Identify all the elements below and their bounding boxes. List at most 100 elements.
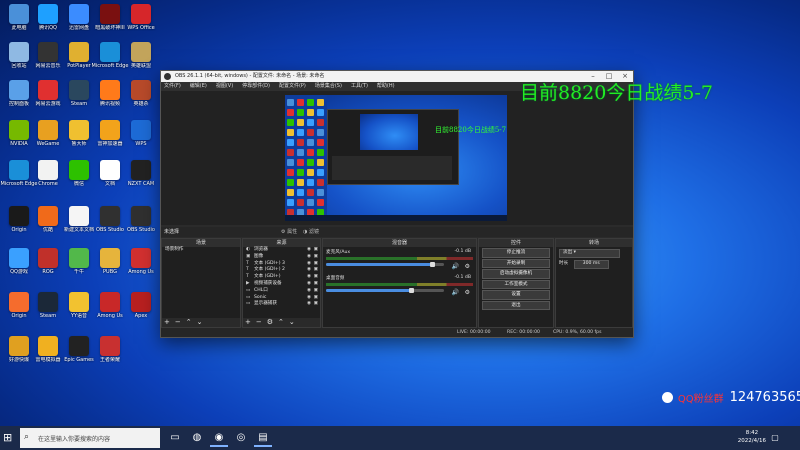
task-view-icon[interactable]: ▭ — [166, 429, 184, 447]
preview-canvas[interactable]: 目前8820今日战绩5-7 — [285, 95, 507, 221]
up-icon[interactable]: ⌃ — [278, 318, 284, 326]
eye-icon[interactable]: ◉ — [307, 295, 311, 302]
volume-slider[interactable] — [326, 262, 444, 267]
eye-icon[interactable]: ◉ — [307, 281, 311, 288]
menu-item[interactable]: 编辑(E) — [190, 83, 207, 89]
source-item[interactable]: ▶ 视频捕获设备 ◉ ▣ — [243, 281, 320, 288]
notification-icon[interactable]: ▢ — [766, 429, 784, 447]
lock-icon[interactable]: ▣ — [314, 274, 318, 281]
obs-window[interactable]: OBS 26.1.1 (64-bit, windows) - 配置文件: 未命名… — [160, 70, 634, 338]
eye-icon[interactable]: ◉ — [307, 288, 311, 295]
properties-button[interactable]: ⚙ 属性 — [281, 227, 297, 237]
down-icon[interactable]: ⌄ — [289, 318, 295, 326]
menu-item[interactable]: 停靠部件(D) — [242, 83, 270, 89]
volume-slider[interactable] — [326, 288, 444, 293]
eye-icon[interactable]: ◉ — [307, 267, 311, 274]
lock-icon[interactable]: ▣ — [314, 254, 318, 261]
control-button[interactable]: 设置 — [482, 290, 550, 300]
speaker-icon[interactable]: 🔊 — [452, 263, 459, 270]
control-button[interactable]: 停止推流 — [482, 248, 550, 258]
menu-item[interactable]: 场景集合(S) — [315, 83, 342, 89]
desktop-icon[interactable]: 英雄杀 — [122, 78, 160, 120]
scene-item[interactable]: 场景制作 — [162, 247, 240, 254]
control-button[interactable]: 工作室模式 — [482, 279, 550, 289]
source-item[interactable]: ▣ 图像 ◉ ▣ — [243, 254, 320, 261]
preview-desktop-icon — [287, 199, 294, 206]
desktop-icon[interactable]: NZXT CAM — [122, 158, 160, 200]
remove-icon[interactable]: − — [175, 318, 181, 326]
menu-item[interactable]: 工具(T) — [351, 83, 368, 89]
edge-taskbar-icon[interactable]: ◍ — [188, 429, 206, 447]
app-icon — [38, 120, 58, 140]
source-item[interactable]: ▭ CHL口 ◉ ▣ — [243, 288, 320, 295]
preview-desktop-icon — [287, 99, 294, 106]
eye-icon[interactable]: ◉ — [307, 247, 311, 254]
app-icon — [69, 292, 89, 312]
transition-select[interactable]: 淡出 ▾ — [559, 249, 620, 258]
add-icon[interactable]: + — [245, 318, 251, 326]
slider-knob[interactable] — [430, 262, 436, 267]
duration-input[interactable]: 300 ms — [573, 259, 609, 269]
menu-item[interactable]: 文件(F) — [164, 83, 181, 89]
source-label: 文本 (GDI+) — [254, 274, 281, 280]
control-button[interactable]: 启动虚拟摄像机 — [482, 269, 550, 279]
lock-icon[interactable]: ▣ — [314, 301, 318, 308]
remove-icon[interactable]: − — [256, 318, 262, 326]
speaker-icon[interactable]: 🔊 — [452, 289, 459, 296]
app-icon — [69, 42, 89, 62]
taskbar-clock[interactable]: 8:42 2022/4/16 — [738, 429, 766, 445]
source-type-icon: T — [246, 274, 249, 280]
lock-icon[interactable]: ▣ — [314, 281, 318, 288]
gear-icon[interactable]: ⚙ — [465, 289, 470, 296]
preview-desktop-icon — [307, 159, 314, 166]
channel-db: -0.1 dB — [454, 275, 472, 280]
lock-icon[interactable]: ▣ — [314, 267, 318, 274]
up-icon[interactable]: ⌃ — [186, 318, 192, 326]
preview-desktop-icon — [287, 159, 294, 166]
preview-desktop-icon — [287, 149, 294, 156]
gear-icon[interactable]: ⚙ — [267, 318, 273, 326]
source-item[interactable]: T 文本 (GDI+) ◉ ▣ — [243, 274, 320, 281]
menu-item[interactable]: 视图(V) — [216, 83, 233, 89]
preview-desktop-icon — [317, 109, 324, 116]
app-icon — [100, 336, 120, 356]
obs-taskbar-icon[interactable]: ◎ — [232, 429, 250, 447]
slider-knob[interactable] — [408, 288, 414, 293]
desktop-icon[interactable]: 英雄联盟 — [122, 40, 160, 82]
file-explorer-taskbar-icon[interactable]: ▤ — [254, 429, 272, 447]
eye-icon[interactable]: ◉ — [307, 254, 311, 261]
desktop-icon[interactable]: 王者荣耀 — [91, 334, 129, 376]
source-item[interactable]: ◐ 浏览器 ◉ ▣ — [243, 247, 320, 254]
gear-icon[interactable]: ⚙ — [465, 263, 470, 270]
source-item[interactable]: ▭ 显示器捕获 ◉ ▣ — [243, 301, 320, 308]
app-icon — [100, 160, 120, 180]
desktop-icon[interactable]: WPS — [122, 118, 160, 160]
eye-icon[interactable]: ◉ — [307, 274, 311, 281]
taskbar-search[interactable]: ⌕ 在这里输入你要搜索的内容 — [20, 428, 160, 448]
app-icon — [38, 292, 58, 312]
down-icon[interactable]: ⌄ — [197, 318, 203, 326]
desktop-icon[interactable]: WPS Office — [122, 2, 160, 44]
control-button[interactable]: 退出 — [482, 300, 550, 310]
eye-icon[interactable]: ◉ — [307, 261, 311, 268]
lock-icon[interactable]: ▣ — [314, 295, 318, 302]
app-icon — [69, 206, 89, 226]
preview-desktop-icon — [307, 129, 314, 136]
menu-item[interactable]: 配置文件(P) — [279, 83, 306, 89]
volume-meter — [326, 257, 473, 260]
filters-button[interactable]: ◑ 滤镜 — [303, 227, 319, 237]
windows-start-icon[interactable]: ⊞ — [3, 432, 15, 444]
add-icon[interactable]: + — [164, 318, 170, 326]
eye-icon[interactable]: ◉ — [307, 301, 311, 308]
lock-icon[interactable]: ▣ — [314, 261, 318, 268]
qq-penguin-icon — [662, 392, 673, 403]
app-icon — [9, 248, 29, 268]
control-button[interactable]: 开始录制 — [482, 258, 550, 268]
desktop-icon[interactable]: Apex — [122, 290, 160, 332]
menu-item[interactable]: 帮助(H) — [377, 83, 395, 89]
lock-icon[interactable]: ▣ — [314, 247, 318, 254]
steam-taskbar-icon[interactable]: ◉ — [210, 429, 228, 447]
lock-icon[interactable]: ▣ — [314, 288, 318, 295]
desktop-icon[interactable]: Among Us — [122, 246, 160, 288]
desktop-icon[interactable]: OBS Studio — [122, 204, 160, 246]
